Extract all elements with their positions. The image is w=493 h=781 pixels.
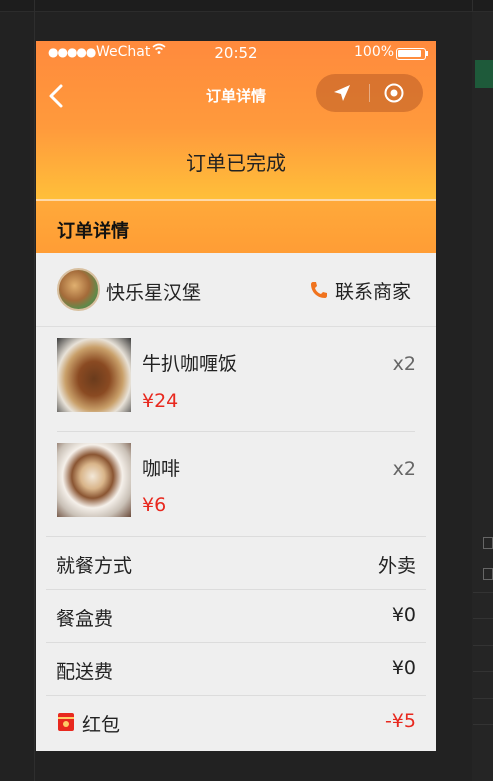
editor-row-line xyxy=(473,618,493,619)
coffee-image xyxy=(57,443,131,517)
section-header: 订单详情 xyxy=(36,199,436,253)
fee-label: 就餐方式 xyxy=(56,555,133,577)
editor-row-line xyxy=(473,698,493,699)
capsule-divider xyxy=(369,84,370,102)
shop-row: 快乐星汉堡 联系商家 xyxy=(36,253,436,327)
editor-row-line xyxy=(473,724,493,725)
contact-merchant-button[interactable]: 联系商家 xyxy=(335,277,411,304)
editor-row-line xyxy=(473,671,493,672)
order-item: 牛扒咖喱饭 ¥24 x2 xyxy=(36,328,436,432)
location-arrow-icon[interactable] xyxy=(332,83,352,107)
record-icon[interactable] xyxy=(384,83,404,107)
dining-method-row: 就餐方式 外卖 xyxy=(46,536,426,589)
item-price: ¥6 xyxy=(142,494,167,516)
editor-right-panel xyxy=(472,12,493,781)
editor-panel-icon[interactable] xyxy=(483,568,493,580)
item-name: 牛扒咖喱饭 xyxy=(142,353,238,375)
phone-screen: ●●●●● WeChat 20:52 100% 订单详情 订单已完成 订单详情 xyxy=(36,41,436,751)
order-item: 咖啡 ¥6 x2 xyxy=(36,432,436,536)
battery-icon xyxy=(396,48,428,60)
item-name: 咖啡 xyxy=(142,458,181,480)
phone-icon[interactable] xyxy=(309,280,329,304)
shop-avatar xyxy=(57,268,100,311)
fee-label: 配送费 xyxy=(56,661,114,683)
editor-row-line xyxy=(473,592,493,593)
editor-panel-icon[interactable] xyxy=(483,537,493,549)
red-packet-row: 红包 -¥5 xyxy=(46,695,426,748)
red-packet-icon xyxy=(58,713,74,731)
header: ●●●●● WeChat 20:52 100% 订单详情 订单已完成 xyxy=(36,41,436,199)
editor-divider xyxy=(34,0,35,781)
delivery-fee-row: 配送费 ¥0 xyxy=(46,642,426,695)
item-price: ¥24 xyxy=(142,390,179,412)
shop-name: 快乐星汉堡 xyxy=(106,282,202,304)
fee-label: 餐盒费 xyxy=(56,608,114,630)
editor-highlight xyxy=(475,60,493,88)
editor-top-bar xyxy=(0,0,493,12)
fee-value: ¥0 xyxy=(391,657,416,679)
mini-program-capsule xyxy=(316,74,423,112)
fee-value: 外卖 xyxy=(377,555,416,577)
box-fee-row: 餐盒费 ¥0 xyxy=(46,589,426,642)
item-quantity: x2 xyxy=(392,353,416,375)
fee-value: ¥0 xyxy=(391,604,416,626)
item-quantity: x2 xyxy=(392,458,416,480)
fee-value: -¥5 xyxy=(384,710,416,732)
status-bar: ●●●●● WeChat 20:52 100% xyxy=(36,41,436,65)
battery-percent: 100% xyxy=(354,44,395,60)
editor-row-line xyxy=(473,645,493,646)
fee-label: 红包 xyxy=(82,714,121,736)
section-title: 订单详情 xyxy=(57,221,129,242)
curry-rice-image xyxy=(57,338,131,412)
order-status: 订单已完成 xyxy=(186,151,286,175)
